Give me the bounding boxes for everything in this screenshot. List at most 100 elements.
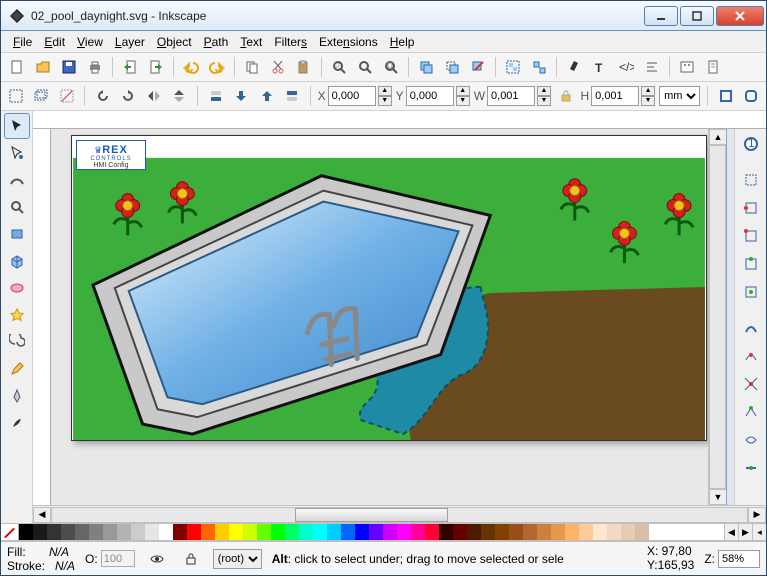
color-swatch[interactable]	[565, 524, 579, 540]
unlink-clone-button[interactable]	[466, 55, 490, 79]
color-swatch[interactable]	[117, 524, 131, 540]
tool-3dbox[interactable]	[4, 248, 30, 274]
color-swatch[interactable]	[397, 524, 411, 540]
color-swatch[interactable]	[537, 524, 551, 540]
spin-up[interactable]: ▲	[378, 86, 392, 96]
minimize-button[interactable]	[644, 6, 678, 26]
color-swatch[interactable]	[383, 524, 397, 540]
menu-filters[interactable]: Filters	[268, 33, 313, 51]
color-swatch[interactable]	[467, 524, 481, 540]
snap-bbox-midpoint-button[interactable]	[738, 251, 764, 277]
color-swatch[interactable]	[159, 524, 173, 540]
redo-button[interactable]	[205, 55, 229, 79]
snap-bbox-edge-button[interactable]	[738, 195, 764, 221]
color-swatch[interactable]	[341, 524, 355, 540]
color-swatch[interactable]	[313, 524, 327, 540]
select-all-layers-button[interactable]	[30, 84, 51, 108]
canvas[interactable]: ♛REX CONTROLS HMI Config	[51, 129, 708, 505]
no-fill-swatch[interactable]	[1, 524, 19, 540]
color-swatch[interactable]	[593, 524, 607, 540]
palette-scroll-left[interactable]: ◀	[724, 524, 738, 540]
flip-h-button[interactable]	[143, 84, 164, 108]
tool-pencil[interactable]	[4, 356, 30, 382]
dock-handle[interactable]	[726, 129, 734, 505]
color-swatch[interactable]	[173, 524, 187, 540]
palette-scroll-right[interactable]: ▶	[738, 524, 752, 540]
snap-nodes-button[interactable]	[738, 315, 764, 341]
lower-bottom-button[interactable]	[205, 84, 226, 108]
color-swatch[interactable]	[201, 524, 215, 540]
docprops-button[interactable]	[701, 55, 725, 79]
xml-editor-button[interactable]: </>	[614, 55, 638, 79]
print-button[interactable]	[83, 55, 107, 79]
color-swatch[interactable]	[75, 524, 89, 540]
deselect-button[interactable]	[56, 84, 77, 108]
color-swatch[interactable]	[411, 524, 425, 540]
prefs-button[interactable]	[675, 55, 699, 79]
layer-visibility-toggle[interactable]	[145, 547, 169, 571]
text-dialog-button[interactable]: T	[588, 55, 612, 79]
tool-selector[interactable]	[4, 113, 30, 139]
tool-tweak[interactable]	[4, 167, 30, 193]
tool-node[interactable]	[4, 140, 30, 166]
color-swatch[interactable]	[285, 524, 299, 540]
zoom-drawing-button[interactable]	[353, 55, 377, 79]
open-button[interactable]	[31, 55, 55, 79]
export-button[interactable]	[144, 55, 168, 79]
coord-y-input[interactable]	[406, 86, 454, 106]
menu-file[interactable]: FFileile	[7, 33, 38, 51]
color-swatch[interactable]	[439, 524, 453, 540]
scrollbar-horizontal[interactable]: ◀▶	[33, 505, 766, 523]
snap-bbox-center-button[interactable]	[738, 279, 764, 305]
color-swatch[interactable]	[257, 524, 271, 540]
clone-button[interactable]	[440, 55, 464, 79]
color-swatch[interactable]	[453, 524, 467, 540]
ungroup-button[interactable]	[527, 55, 551, 79]
fill-stroke-button[interactable]	[562, 55, 586, 79]
color-swatch[interactable]	[47, 524, 61, 540]
zoom-input[interactable]	[718, 550, 760, 568]
undo-button[interactable]	[179, 55, 203, 79]
menu-text[interactable]: Text	[234, 33, 268, 51]
snap-master-toggle[interactable]: 1:1	[738, 131, 764, 157]
ruler-horizontal[interactable]	[33, 111, 766, 129]
select-all-button[interactable]	[5, 84, 26, 108]
paste-button[interactable]	[292, 55, 316, 79]
flip-v-button[interactable]	[169, 84, 190, 108]
coord-w-input[interactable]	[487, 86, 535, 106]
tool-ellipse[interactable]	[4, 275, 30, 301]
palette-menu[interactable]: ◂	[752, 524, 766, 540]
color-swatch[interactable]	[215, 524, 229, 540]
snap-smooth-button[interactable]	[738, 427, 764, 453]
color-swatch[interactable]	[369, 524, 383, 540]
lock-aspect-button[interactable]	[555, 84, 576, 108]
menu-object[interactable]: Object	[151, 33, 198, 51]
color-swatch[interactable]	[103, 524, 117, 540]
color-swatch[interactable]	[61, 524, 75, 540]
tool-zoom[interactable]	[4, 194, 30, 220]
color-swatch[interactable]	[243, 524, 257, 540]
color-swatch[interactable]	[327, 524, 341, 540]
color-swatch[interactable]	[355, 524, 369, 540]
snap-bbox-corner-button[interactable]	[738, 223, 764, 249]
color-swatch[interactable]	[579, 524, 593, 540]
tool-spiral[interactable]	[4, 329, 30, 355]
save-button[interactable]	[57, 55, 81, 79]
layer-lock-toggle[interactable]	[179, 547, 203, 571]
snap-midpoint-button[interactable]	[738, 455, 764, 481]
layer-selector[interactable]: (root)	[213, 549, 262, 569]
ruler-vertical[interactable]	[33, 129, 51, 505]
color-swatch[interactable]	[131, 524, 145, 540]
color-swatch[interactable]	[229, 524, 243, 540]
color-swatch[interactable]	[19, 524, 33, 540]
spin-down[interactable]: ▼	[378, 96, 392, 106]
coord-x-input[interactable]	[328, 86, 376, 106]
color-swatch[interactable]	[551, 524, 565, 540]
snap-intersection-button[interactable]	[738, 371, 764, 397]
opacity-input[interactable]	[101, 550, 135, 567]
affect-corners-button[interactable]	[740, 84, 761, 108]
zoom-page-button[interactable]	[379, 55, 403, 79]
scrollbar-vertical[interactable]: ▲▼	[708, 129, 726, 505]
coord-h-input[interactable]	[591, 86, 639, 106]
tool-star[interactable]	[4, 302, 30, 328]
